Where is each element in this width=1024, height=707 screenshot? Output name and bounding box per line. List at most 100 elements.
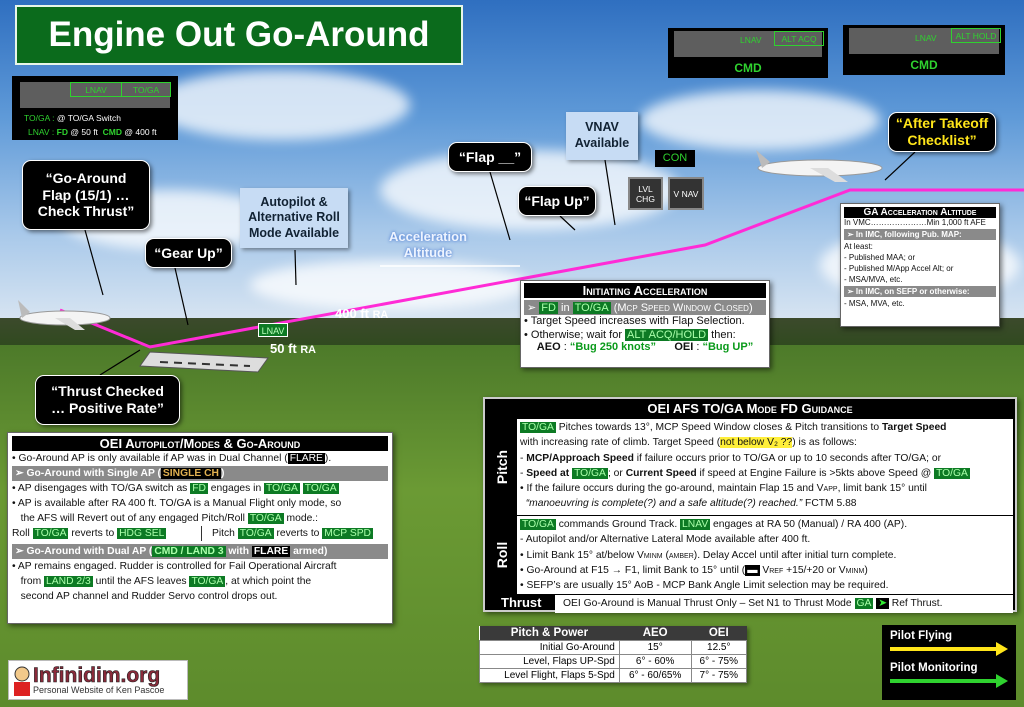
unit: RA — [372, 309, 389, 321]
infinidim-logo[interactable]: Infinidim.org Personal Website of Ken Pa… — [8, 660, 188, 700]
mode-annunciation: TO/GA — [237, 528, 274, 539]
green-arrow-icon — [890, 674, 1008, 688]
pilot-flying-label: Pilot Flying — [890, 630, 952, 642]
text-segment — [656, 341, 674, 353]
text-segment: minm (amber) — [643, 549, 698, 561]
list-item: - MSA, MVA, etc. — [844, 299, 905, 308]
cartoon-face-icon — [14, 666, 30, 696]
line: Roll TO/GA reverts to HDG SEL — [12, 526, 202, 541]
pitch-label: Pitch — [494, 449, 511, 485]
text-segment: ➤ — [876, 598, 889, 609]
guidance-line: - Autopilot and/or Alternative Lateral M… — [520, 532, 1010, 547]
text-segment: Ref Thrust. — [888, 598, 943, 609]
text-segment: • AP remains engaged. Rudder is controll… — [12, 561, 337, 572]
text-segment: - Autopilot and/or Alternative Lateral M… — [520, 534, 811, 546]
table-row: Level, Flaps UP-Spd 6° - 60% 6° - 75% — [479, 654, 748, 669]
initiating-acceleration-panel: Initiating Acceleration ➢ FD in TO/GA (M… — [520, 280, 770, 368]
mode-annunciation: SINGLE CH — [160, 468, 221, 479]
text-segment: ➢ Go-Around with Dual AP ( — [15, 546, 153, 557]
mode-annunciation: TO/GA — [32, 528, 69, 539]
line: AEO : “Bug 250 knots” OEI : “Bug UP” — [524, 341, 766, 353]
text-segment: engages at RA 50 (Manual) / RA 400 (AP). — [710, 519, 908, 530]
runway — [139, 351, 269, 373]
text-segment: Pitches towards 13°, MCP Speed Window cl… — [555, 422, 882, 433]
fma-roll-mode: LNAV — [915, 33, 937, 43]
text: 400 ft — [335, 306, 369, 321]
mode-annunciation: TO/GA — [934, 467, 970, 479]
column-header: OEI — [708, 627, 729, 639]
text-segment: in — [557, 302, 573, 314]
yellow-arrow-icon — [890, 642, 1008, 656]
fma-roll-mode: LNAV — [740, 35, 762, 45]
guidance-line: TO/GA Pitches towards 13°, MCP Speed Win… — [520, 420, 1010, 435]
fma-legend-panel: LNAV TO/GA TO/GA : @ TO/GA Switch LNAV :… — [12, 76, 178, 140]
text-segment: AEO — [536, 341, 561, 353]
table-cell: 15° — [618, 640, 692, 655]
airplane-right-icon — [756, 150, 883, 182]
text: Alternative Roll — [248, 210, 340, 225]
list: - MSA, MVA, etc. — [844, 299, 996, 308]
fma-pitch-mode: ALT HOLD — [951, 28, 1001, 43]
guidance-line: • Limit Bank 15° at/below Vminm (amber).… — [520, 548, 1010, 563]
text-segment: • Go-Around AP is only available if AP w… — [12, 453, 288, 464]
mode-annunciation: TO/GA — [302, 483, 339, 494]
mode-annunciation: FD — [539, 302, 558, 314]
mode-annunciation: TO/GA — [247, 513, 284, 524]
mode-annunciation: TO/GA — [572, 467, 608, 479]
guidance-line: “manoeuvring is complete(?) and a safe a… — [520, 496, 1010, 511]
subheading: ➢ Go-Around with Single AP (SINGLE CH) — [12, 466, 388, 481]
text: @ 50 ft — [70, 127, 98, 137]
callout-flap-blank: “Flap __” — [448, 142, 532, 172]
text-segment: ; or — [607, 467, 626, 479]
text-segment: MCP/Approach Speed — [526, 452, 634, 464]
lnav-badge: LNAV — [258, 323, 288, 337]
mode-annunciation: TO/GA — [520, 422, 556, 433]
guidance-line: - MCP/Approach Speed if failure occurs p… — [520, 451, 1010, 466]
lvl-chg-button[interactable]: LVL CHG — [628, 177, 663, 210]
ga-acceleration-altitude-panel: GA Acceleration Altitude In VMC…………………Mi… — [840, 203, 1000, 327]
text-segment: • SEFP’s are usually 15° AoB - MCP Bank … — [520, 580, 889, 592]
thrust-label: Thrust — [501, 595, 542, 610]
thrust-guidance: OEI Go-Around is Manual Thrust Only – Se… — [555, 595, 1013, 613]
text-segment: mode.: — [283, 513, 319, 524]
table-row: Initial Go-Around 15° 12.5° — [479, 640, 748, 655]
vnav-available-note: VNAV Available — [566, 112, 638, 160]
list-item: - MSA/MVA, etc. — [844, 275, 903, 284]
text-segment: Current Speed — [625, 467, 697, 479]
text-segment: with — [225, 546, 252, 557]
vnav-button[interactable]: V NAV — [668, 177, 704, 210]
text-segment: “Bug 250 knots” — [569, 341, 656, 353]
text-segment: ). — [324, 453, 332, 464]
subheading: ➢ Go-Around with Dual AP (CMD / LAND 3 w… — [12, 544, 388, 559]
panel-title: Initiating Acceleration — [524, 283, 766, 298]
text: … Positive Rate” — [51, 400, 164, 416]
mode-annunciation: FD — [190, 483, 208, 494]
text: Acceleration — [388, 229, 468, 244]
text-segment: commands Ground Track. — [555, 519, 681, 530]
text-segment: “manoeuvring is complete(?) and a safe a… — [520, 498, 803, 510]
mode-annunciation: CMD / LAND 3 — [152, 546, 226, 557]
text: “Thrust Checked — [51, 383, 164, 400]
table-cell: 6° - 75% — [690, 654, 748, 669]
text-segment: ➢ — [527, 302, 540, 314]
guidance-line: - Speed at TO/GA; or Current Speed if sp… — [520, 466, 1010, 481]
text-segment: ) — [864, 564, 868, 576]
guidance-line: with increasing rate of climb. Target Sp… — [520, 435, 1010, 450]
altitude-400-label: 400 ft RA — [335, 306, 388, 321]
text-segment: • Limit Bank 15° at/below V — [520, 549, 644, 561]
text: VNAV — [585, 120, 619, 135]
subheading: ➢ In IMC, on SEFP or otherwise: — [844, 286, 996, 297]
line: • Target Speed increases with Flap Selec… — [524, 315, 766, 327]
text: @ TO/GA Switch — [56, 113, 121, 123]
text-segment: ) — [221, 468, 225, 479]
text: Altitude — [403, 245, 453, 261]
text-segment: with increasing rate of climb. Target Sp… — [520, 437, 721, 449]
roll-guidance: TO/GA commands Ground Track. LNAV engage… — [517, 516, 1013, 594]
text-segment: ➢ Go-Around with Single AP ( — [15, 468, 161, 479]
pitch-power-table: Pitch & Power AEO OEI Initial Go-Around 15°… — [479, 626, 748, 683]
mode-annunciation: ALT ACQ/HOLD — [625, 329, 709, 341]
mode-annunciation: TO/GA — [520, 519, 556, 530]
mode-annunciation: ▬ — [745, 564, 760, 576]
subheading: ➢ FD in TO/GA (Mcp Speed Window Closed) — [524, 300, 766, 315]
text-segment: Pitch — [212, 528, 238, 539]
